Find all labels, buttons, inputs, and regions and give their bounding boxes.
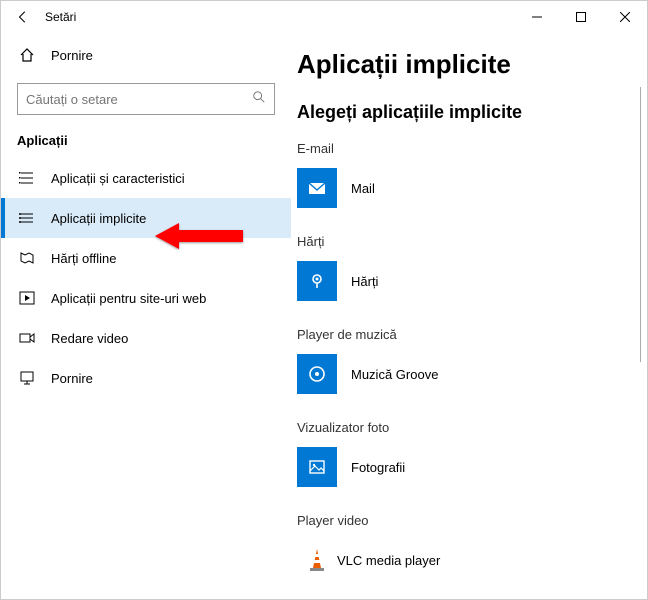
maps-icon [297, 261, 337, 301]
home-nav[interactable]: Pornire [1, 37, 291, 73]
sidebar-item-label: Aplicații implicite [51, 211, 146, 226]
startup-icon [17, 368, 37, 388]
default-app-name: Hărți [351, 274, 378, 289]
sidebar-item-apps-features[interactable]: Aplicații și caracteristici [1, 158, 291, 198]
window-title: Setări [45, 10, 76, 24]
sidebar: Pornire Aplicații Aplicații și caracteri… [1, 33, 291, 599]
list-icon [17, 168, 37, 188]
groove-icon [297, 354, 337, 394]
sidebar-item-apps-for-websites[interactable]: Aplicații pentru site-uri web [1, 278, 291, 318]
scrollbar[interactable] [640, 87, 641, 362]
sidebar-item-startup[interactable]: Pornire [1, 358, 291, 398]
maximize-button[interactable] [559, 1, 603, 33]
default-app-photo[interactable]: Fotografii [297, 445, 647, 489]
search-icon [252, 90, 266, 109]
sidebar-item-label: Pornire [51, 371, 93, 386]
default-app-name: Muzică Groove [351, 367, 438, 382]
defaults-icon [17, 208, 37, 228]
category-email-label: E-mail [297, 141, 647, 156]
sidebar-item-video-playback[interactable]: Redare video [1, 318, 291, 358]
home-icon [17, 45, 37, 65]
category-music-label: Player de muzică [297, 327, 647, 342]
photos-icon [297, 447, 337, 487]
default-app-email[interactable]: Mail [297, 166, 647, 210]
default-app-video[interactable]: VLC media player [297, 538, 647, 582]
default-app-music[interactable]: Muzică Groove [297, 352, 647, 396]
search-box[interactable] [17, 83, 275, 115]
minimize-button[interactable] [515, 1, 559, 33]
default-app-maps[interactable]: Hărți [297, 259, 647, 303]
mail-icon [297, 168, 337, 208]
sidebar-group-header: Aplicații [1, 133, 291, 158]
default-app-name: VLC media player [337, 553, 440, 568]
category-video-label: Player video [297, 513, 647, 528]
website-icon [17, 288, 37, 308]
category-maps-label: Hărți [297, 234, 647, 249]
default-app-name: Fotografii [351, 460, 405, 475]
page-title: Aplicații implicite [291, 49, 647, 80]
search-input[interactable] [26, 92, 252, 107]
home-label: Pornire [51, 48, 93, 63]
map-icon [17, 248, 37, 268]
sidebar-item-label: Aplicații și caracteristici [51, 171, 185, 186]
sidebar-item-default-apps[interactable]: Aplicații implicite [1, 198, 291, 238]
main-content: Aplicații implicite Alegeți aplicațiile … [291, 33, 647, 599]
vlc-icon [297, 540, 337, 580]
sidebar-item-label: Aplicații pentru site-uri web [51, 291, 206, 306]
sidebar-item-label: Redare video [51, 331, 128, 346]
sidebar-item-offline-maps[interactable]: Hărți offline [1, 238, 291, 278]
back-button[interactable] [9, 3, 37, 31]
sidebar-item-label: Hărți offline [51, 251, 117, 266]
video-icon [17, 328, 37, 348]
category-photo-label: Vizualizator foto [297, 420, 647, 435]
default-app-name: Mail [351, 181, 375, 196]
page-subtitle: Alegeți aplicațiile implicite [291, 102, 647, 123]
close-button[interactable] [603, 1, 647, 33]
